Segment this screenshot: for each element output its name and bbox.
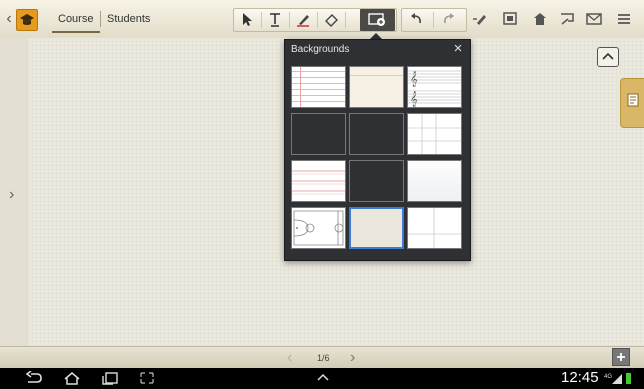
background-option-fine-grid[interactable] xyxy=(349,160,404,202)
signal-icon: 4G xyxy=(604,374,622,384)
send-icon xyxy=(561,13,574,25)
tab-course[interactable]: Course xyxy=(58,10,93,28)
background-option-red-grid[interactable] xyxy=(291,113,346,155)
screen-share-icon xyxy=(503,12,517,25)
left-panel-strip: › xyxy=(0,38,29,346)
redo-button[interactable] xyxy=(435,9,462,31)
screen-share-button[interactable] xyxy=(498,8,522,30)
background-option-lined-notebook[interactable] xyxy=(291,66,346,108)
chevron-up-icon[interactable] xyxy=(315,371,331,385)
plus-icon xyxy=(617,353,625,361)
history-tools-group xyxy=(401,8,467,32)
page-indicator: 1/6 xyxy=(317,353,330,363)
next-page-chevron-icon[interactable]: › xyxy=(350,349,355,367)
background-tool[interactable] xyxy=(360,9,395,31)
active-tab-indicator xyxy=(52,31,100,33)
background-option-music-staff[interactable]: 𝄞 𝄞 xyxy=(407,66,462,108)
screenshot-icon[interactable] xyxy=(139,371,155,385)
graduation-cap-icon[interactable] xyxy=(16,9,38,31)
back-chevron-icon[interactable]: ‹ xyxy=(3,11,15,27)
app-window: ‹ Course Students › Backgrounds × 𝄞 𝄞 ‹ … xyxy=(0,0,644,368)
background-option-table-grid[interactable] xyxy=(407,113,462,155)
eraser-icon xyxy=(325,14,338,27)
side-panel-tab[interactable] xyxy=(620,78,644,128)
tool-divider xyxy=(345,12,346,28)
top-toolbar: ‹ Course Students xyxy=(0,0,644,39)
background-option-plain-beige[interactable] xyxy=(349,207,404,249)
mail-button[interactable] xyxy=(582,8,606,30)
menu-icon xyxy=(618,14,630,24)
background-option-blue-graph[interactable] xyxy=(349,113,404,155)
drawing-tools-group xyxy=(233,8,397,32)
undo-icon xyxy=(411,13,421,24)
previous-page-chevron-icon[interactable]: ‹ xyxy=(287,349,292,367)
teacher-button[interactable] xyxy=(528,8,552,30)
background-option-basketball-court[interactable] xyxy=(291,207,346,249)
pen-icon xyxy=(297,15,309,27)
status-clock: 12:45 xyxy=(561,369,599,386)
chevron-up-icon xyxy=(602,52,614,60)
popup-title: Backgrounds xyxy=(291,44,350,55)
text-tool[interactable] xyxy=(262,9,289,31)
svg-text:𝄞: 𝄞 xyxy=(410,91,418,107)
share-pen-button[interactable] xyxy=(468,8,492,30)
pen-tool[interactable] xyxy=(290,9,317,31)
page-navigation-bar: ‹ 1/6 › xyxy=(0,346,644,368)
background-option-red-lines[interactable] xyxy=(291,160,346,202)
basketball-court-icon xyxy=(293,210,344,246)
add-page-button[interactable] xyxy=(612,348,630,366)
eraser-tool[interactable] xyxy=(318,9,345,31)
redo-icon xyxy=(444,13,454,24)
background-option-plain-cream[interactable] xyxy=(349,66,404,108)
close-icon[interactable]: × xyxy=(450,41,466,57)
home-icon[interactable] xyxy=(63,371,81,385)
background-option-large-grid[interactable] xyxy=(407,207,462,249)
background-option-plain-white[interactable] xyxy=(407,160,462,202)
tab-divider xyxy=(100,11,101,27)
backgrounds-popup: Backgrounds × 𝄞 𝄞 xyxy=(284,39,471,261)
svg-text:4G: 4G xyxy=(604,374,612,380)
recent-apps-icon[interactable] xyxy=(101,371,119,385)
select-tool[interactable] xyxy=(234,9,261,31)
battery-icon xyxy=(626,373,631,384)
table-grid-icon xyxy=(408,114,461,154)
text-icon xyxy=(270,13,280,27)
send-button[interactable] xyxy=(555,8,579,30)
large-grid-icon xyxy=(408,208,461,248)
red-lines-icon xyxy=(292,170,345,195)
tool-divider xyxy=(433,12,434,28)
expand-panel-chevron-icon[interactable]: › xyxy=(9,186,14,204)
svg-text:𝄞: 𝄞 xyxy=(410,71,418,87)
share-pen-icon xyxy=(473,15,486,25)
back-icon[interactable] xyxy=(25,371,43,385)
music-staff-icon: 𝄞 𝄞 xyxy=(408,70,461,107)
undo-button[interactable] xyxy=(404,9,431,31)
tab-students[interactable]: Students xyxy=(107,10,150,28)
teacher-icon xyxy=(534,13,546,25)
collapse-toolbar-button[interactable] xyxy=(597,47,619,67)
document-icon xyxy=(627,93,639,107)
menu-button[interactable] xyxy=(612,8,636,30)
pointer-icon xyxy=(243,13,252,26)
background-icon xyxy=(368,13,385,26)
mail-icon xyxy=(586,13,602,25)
system-navigation-bar: 12:45 4G xyxy=(0,368,644,389)
